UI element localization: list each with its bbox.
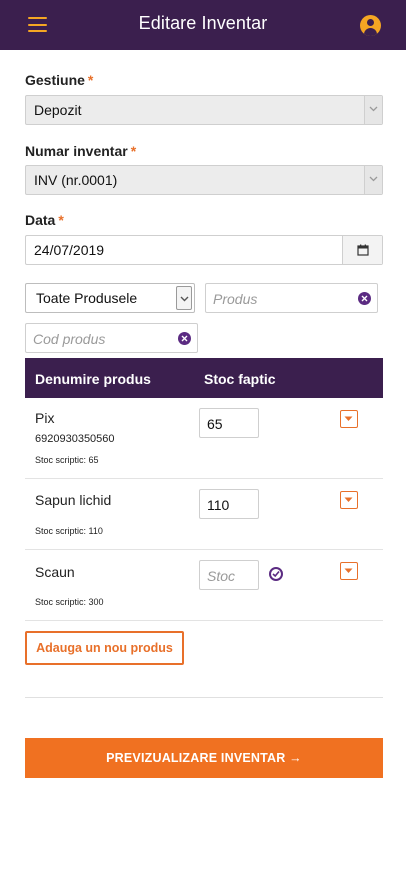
product-search-placeholder: Produs	[213, 291, 258, 307]
caret-down-icon	[344, 497, 353, 502]
numar-inventar-select[interactable]: INV (nr.0001)	[25, 165, 383, 195]
product-name: Sapun lichid	[35, 492, 112, 508]
table-header: Denumire produs Stoc faptic	[25, 358, 383, 398]
required-mark: *	[58, 212, 64, 228]
required-mark: *	[130, 143, 137, 159]
product-type-select-value: Toate Produsele	[36, 290, 138, 306]
numar-inventar-select-value: INV (nr.0001)	[34, 172, 118, 188]
gestiune-label: Gestiune *	[25, 72, 93, 88]
caret-down-icon	[344, 568, 353, 573]
add-product-button[interactable]: Adauga un nou produs	[25, 631, 184, 665]
date-input-value: 24/07/2019	[34, 242, 105, 258]
product-search-input[interactable]: Produs	[205, 283, 378, 313]
date-input[interactable]: 24/07/2019	[25, 235, 383, 265]
app-header: Editare Inventar	[0, 0, 406, 50]
column-header-actual-stock: Stoc faptic	[204, 371, 276, 387]
actual-stock-input[interactable]: 65	[199, 408, 259, 438]
clear-icon[interactable]	[178, 332, 191, 345]
confirm-check-icon[interactable]	[269, 567, 283, 581]
table-row: Sapun lichid Stoc scriptic: 110 110	[25, 479, 383, 550]
chevron-down-icon	[176, 286, 192, 310]
scriptic-stock: Stoc scriptic: 110	[35, 526, 103, 536]
column-header-product-name: Denumire produs	[35, 371, 151, 387]
code-search-input[interactable]: Cod produs	[25, 323, 198, 353]
caret-down-icon	[344, 416, 353, 421]
clear-icon[interactable]	[358, 292, 371, 305]
actual-stock-placeholder: Stoc	[207, 568, 236, 584]
actual-stock-input[interactable]: Stoc	[199, 560, 259, 590]
numar-inventar-label-text: Numar inventar	[25, 143, 128, 159]
expand-row-button[interactable]	[340, 410, 358, 428]
chevron-down-icon	[364, 96, 382, 124]
actual-stock-value: 110	[207, 497, 230, 513]
data-label: Data *	[25, 212, 64, 228]
calendar-button[interactable]	[342, 236, 382, 264]
user-circle-icon[interactable]	[360, 15, 381, 36]
table-row: Scaun Stoc scriptic: 300 Stoc	[25, 550, 383, 621]
gestiune-label-text: Gestiune	[25, 72, 85, 88]
expand-row-button[interactable]	[340, 562, 358, 580]
chevron-down-icon	[364, 166, 382, 194]
expand-row-button[interactable]	[340, 491, 358, 509]
gestiune-select-value: Depozit	[34, 102, 82, 118]
code-search-placeholder: Cod produs	[33, 331, 106, 347]
product-code: 6920930350560	[35, 433, 115, 445]
product-name: Pix	[35, 410, 55, 426]
data-label-text: Data	[25, 212, 56, 228]
scriptic-stock: Stoc scriptic: 65	[35, 455, 99, 465]
numar-inventar-label: Numar inventar *	[25, 143, 136, 159]
product-type-select[interactable]: Toate Produsele	[25, 283, 195, 313]
actual-stock-value: 65	[207, 416, 223, 432]
preview-inventory-button[interactable]: PREVIZUALIZARE INVENTAR →	[25, 738, 383, 778]
table-row: Pix 6920930350560 Stoc scriptic: 65 65	[25, 398, 383, 479]
product-name: Scaun	[35, 564, 75, 580]
gestiune-select[interactable]: Depozit	[25, 95, 383, 125]
calendar-icon	[357, 244, 369, 256]
page-title: Editare Inventar	[138, 13, 268, 33]
divider	[25, 697, 383, 698]
scriptic-stock: Stoc scriptic: 300	[35, 597, 104, 607]
required-mark: *	[87, 72, 94, 88]
actual-stock-input[interactable]: 110	[199, 489, 259, 519]
